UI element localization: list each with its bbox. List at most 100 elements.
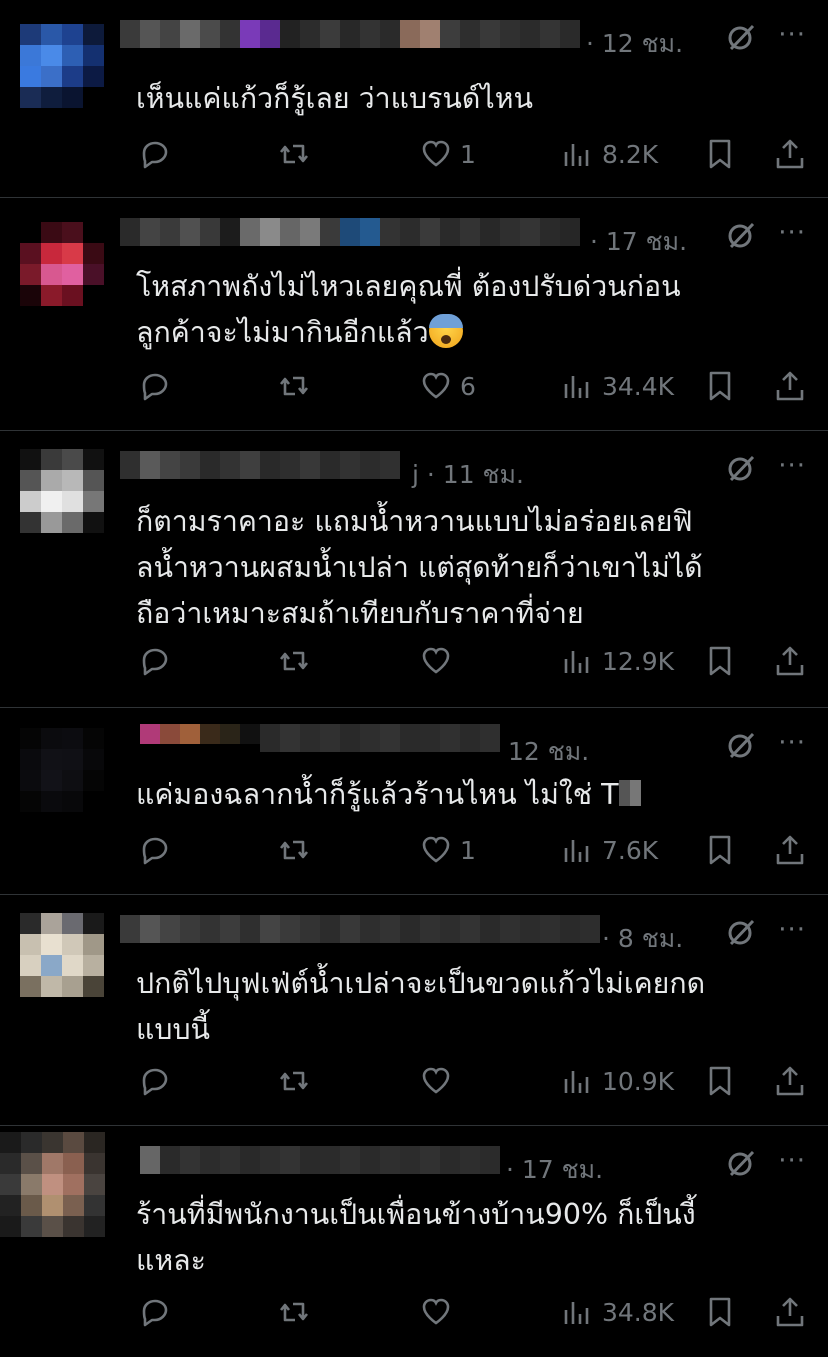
- like-button[interactable]: 6: [418, 366, 476, 406]
- heart-icon: [422, 1298, 450, 1325]
- view-count: 8.2K: [602, 139, 659, 169]
- reply-button[interactable]: [136, 641, 172, 681]
- post-header: · 17 ชม.: [120, 212, 687, 256]
- views-button[interactable]: 8.2K: [560, 134, 658, 174]
- more-icon[interactable]: ···: [778, 1146, 806, 1176]
- reply-button[interactable]: [136, 366, 172, 406]
- share-button[interactable]: [772, 1061, 808, 1101]
- views-button[interactable]: 10.9K: [560, 1061, 674, 1101]
- share-icon: [776, 835, 804, 865]
- author-name[interactable]: [140, 1146, 500, 1174]
- share-button[interactable]: [772, 366, 808, 406]
- views-icon: [564, 376, 589, 398]
- views-button[interactable]: 34.8K: [560, 1292, 674, 1332]
- avatar[interactable]: [20, 728, 104, 838]
- heart-icon: [422, 836, 450, 863]
- avatar[interactable]: [20, 449, 104, 559]
- grok-icon[interactable]: [726, 453, 756, 483]
- post: j · 11 ชม. ··· ก็ตามราคาอะ แถมน้ำหวานแบบ…: [0, 430, 828, 707]
- grok-icon[interactable]: [726, 1148, 756, 1178]
- grok-icon[interactable]: [726, 917, 756, 947]
- like-button[interactable]: 1: [418, 830, 476, 870]
- share-icon: [776, 139, 804, 169]
- author-name[interactable]: [120, 915, 600, 943]
- share-button[interactable]: [772, 134, 808, 174]
- reply-icon: [142, 648, 168, 676]
- avatar[interactable]: [0, 1132, 105, 1242]
- views-icon: [564, 840, 589, 862]
- like-button[interactable]: [418, 1061, 460, 1101]
- author-name[interactable]: [120, 451, 400, 479]
- repost-button[interactable]: [276, 134, 312, 174]
- like-button[interactable]: [418, 1292, 460, 1332]
- more-icon[interactable]: ···: [778, 915, 806, 945]
- views-button[interactable]: 7.6K: [560, 830, 658, 870]
- post-header: · 8 ชม.: [120, 909, 683, 953]
- heart-icon: [422, 1067, 450, 1094]
- heart-icon: [422, 372, 450, 399]
- share-button[interactable]: [772, 830, 808, 870]
- avatar[interactable]: [20, 222, 104, 332]
- post-time[interactable]: · 12 ชม.: [586, 24, 683, 64]
- repost-button[interactable]: [276, 366, 312, 406]
- post-header: j · 11 ชม.: [120, 445, 680, 489]
- repost-button[interactable]: [276, 641, 312, 681]
- reply-button[interactable]: [136, 134, 172, 174]
- reply-button[interactable]: [136, 830, 172, 870]
- avatar[interactable]: [20, 24, 104, 134]
- share-icon: [776, 371, 804, 401]
- bookmark-icon: [709, 646, 731, 676]
- bookmark-button[interactable]: [702, 1061, 738, 1101]
- post-time[interactable]: · 17 ชม.: [590, 222, 687, 262]
- views-button[interactable]: 12.9K: [560, 641, 674, 681]
- like-count: 6: [460, 371, 476, 401]
- post-time[interactable]: · 8 ชม.: [602, 919, 683, 959]
- post-time[interactable]: j · 11 ชม.: [412, 455, 524, 495]
- share-button[interactable]: [772, 641, 808, 681]
- like-button[interactable]: [418, 641, 460, 681]
- view-count: 34.4K: [602, 371, 675, 401]
- action-bar: 1 7.6K: [136, 830, 812, 870]
- action-bar: 10.9K: [136, 1061, 812, 1101]
- post-text: ก็ตามราคาอะ แถมน้ำหวานแบบไม่อร่อยเลยฟิ ล…: [136, 505, 703, 630]
- like-button[interactable]: 1: [418, 134, 476, 174]
- bookmark-button[interactable]: [702, 1292, 738, 1332]
- avatar[interactable]: [20, 913, 104, 1023]
- views-icon: [564, 651, 589, 673]
- repost-button[interactable]: [276, 1292, 312, 1332]
- bookmark-icon: [709, 371, 731, 401]
- views-button[interactable]: 34.4K: [560, 366, 674, 406]
- grok-icon[interactable]: [726, 22, 756, 52]
- post-text: แค่มองฉลากน้ำก็รู้แล้วร้านไหน ไม่ใช่ T: [136, 772, 641, 818]
- post-text: โหสภาพถังไม่ไหวเลยคุณพี่ ต้องปรับด่วนก่อ…: [136, 270, 681, 349]
- reply-icon: [142, 141, 168, 169]
- view-count: 7.6K: [602, 835, 659, 865]
- share-button[interactable]: [772, 1292, 808, 1332]
- more-icon[interactable]: ···: [778, 728, 806, 758]
- repost-icon: [279, 651, 309, 671]
- post-time[interactable]: · 17 ชม.: [506, 1150, 603, 1190]
- more-icon[interactable]: ···: [778, 218, 806, 248]
- reply-icon: [142, 1299, 168, 1327]
- more-icon[interactable]: ···: [778, 451, 806, 481]
- bookmark-button[interactable]: [702, 641, 738, 681]
- bookmark-icon: [709, 1297, 731, 1327]
- grok-icon[interactable]: [726, 730, 756, 760]
- bookmark-button[interactable]: [702, 366, 738, 406]
- repost-button[interactable]: [276, 1061, 312, 1101]
- grok-icon[interactable]: [726, 220, 756, 250]
- post-time[interactable]: 12 ชม.: [508, 732, 589, 772]
- bookmark-button[interactable]: [702, 134, 738, 174]
- masked-text: [618, 780, 641, 806]
- repost-icon: [279, 840, 309, 860]
- reply-button[interactable]: [136, 1292, 172, 1332]
- author-name[interactable]: [140, 724, 500, 764]
- bookmark-button[interactable]: [702, 830, 738, 870]
- more-icon[interactable]: ···: [778, 20, 806, 50]
- reply-button[interactable]: [136, 1061, 172, 1101]
- repost-button[interactable]: [276, 830, 312, 870]
- post-text: เห็นแค่แก้วก็รู้เลย ว่าแบรนด์ไหน: [136, 82, 533, 115]
- author-name[interactable]: [120, 20, 580, 48]
- heart-icon: [422, 140, 450, 167]
- author-name[interactable]: [120, 218, 580, 246]
